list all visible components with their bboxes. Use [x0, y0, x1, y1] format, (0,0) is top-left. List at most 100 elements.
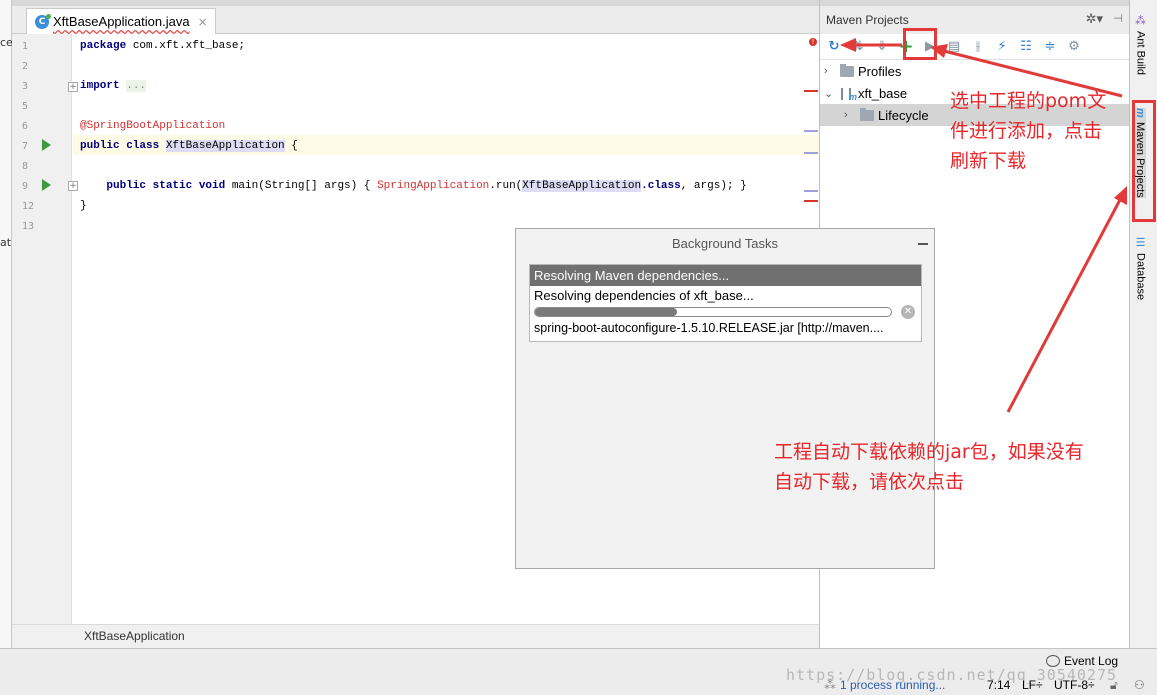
code-token: SpringApplication	[377, 180, 490, 192]
code-line[interactable]: package com.xft.xft_base;	[80, 40, 245, 52]
add-button-highlight-box	[903, 28, 937, 60]
toggle-offline-icon[interactable]: ⫲	[970, 39, 986, 55]
code-token: {	[284, 140, 298, 152]
tab-ant-build[interactable]: ⁂ Ant Build	[1134, 14, 1147, 75]
database-icon: ☰	[1134, 236, 1146, 249]
lock-icon[interactable]: 🔓︎	[1110, 678, 1118, 693]
code-line[interactable]: public class XftBaseApplication {	[80, 140, 298, 152]
tab-database-label: Database	[1134, 253, 1147, 301]
background-tasks-title: Background Tasks	[672, 235, 778, 251]
info-stripe[interactable]	[804, 130, 818, 132]
download-icon[interactable]: ⇓	[874, 39, 890, 55]
line-separator[interactable]: LF÷	[1022, 678, 1043, 692]
fold-main-icon[interactable]: +	[68, 181, 78, 191]
run-class-icon[interactable]	[42, 139, 51, 151]
process-spinner-icon: ⁂	[824, 678, 836, 692]
error-indicator-icon[interactable]: !	[809, 38, 817, 46]
code-token: , args); }	[680, 180, 747, 192]
code-token: public static void	[106, 180, 226, 192]
gear-icon[interactable]: ✲▾	[1086, 11, 1103, 27]
breadcrumb-class[interactable]: XftBaseApplication	[84, 629, 185, 643]
maven-toolbar: ↻ ⇅ ⇓ + ▶ ▤ ⫲ ⚡ ☷ ≑ ⚙	[820, 34, 1129, 60]
annotation-note-add-line1: 选中工程的pom文	[950, 90, 1107, 112]
code-line[interactable]: @SpringBootApplication	[80, 120, 225, 132]
java-class-icon: C	[35, 13, 51, 29]
fold-import-icon[interactable]: +	[68, 82, 78, 92]
error-stripe[interactable]	[804, 200, 818, 202]
annotation-note-add-line2: 件进行添加，点击	[950, 120, 1103, 142]
line-number: 1	[22, 41, 29, 52]
event-log-label: Event Log	[1064, 654, 1119, 668]
editor-tab-label: XftBaseApplication.java	[53, 14, 190, 29]
collapse-all-icon[interactable]: ≑	[1042, 39, 1058, 55]
inspector-icon[interactable]: ⚇	[1134, 678, 1145, 692]
minimize-icon[interactable]	[918, 243, 928, 245]
line-number: 5	[22, 101, 29, 112]
annotation-note-download-line1: 工程自动下载依赖的jar包，如果没有	[774, 441, 1084, 463]
background-tasks-popup: Background Tasks Resolving Maven depende…	[515, 228, 935, 569]
event-log-button[interactable]: Event Log	[1046, 654, 1118, 668]
annotation-note-add-line3: 刷新下载	[950, 150, 1027, 172]
task-description: Resolving dependencies of xft_base...	[534, 288, 754, 303]
maven-panel-header: Maven Projects ✲▾ ⊣	[820, 0, 1129, 34]
code-token: import	[80, 80, 120, 92]
process-label: 1 process running...	[840, 678, 946, 692]
editor-tab[interactable]: C XftBaseApplication.java ×	[26, 8, 216, 34]
line-number: 6	[22, 121, 29, 132]
settings-icon[interactable]: ⚙	[1066, 39, 1082, 55]
ant-icon: ⁂	[1134, 14, 1146, 27]
right-tool-window-bar: ⁂ Ant Build m Maven Projects ☰ Database	[1129, 0, 1157, 648]
cancel-icon[interactable]: ✕	[901, 305, 915, 319]
editor-tab-bar: C XftBaseApplication.java ×	[12, 0, 819, 34]
tab-ant-build-label: Ant Build	[1134, 31, 1147, 76]
process-indicator[interactable]: ⁂ 1 process running...	[824, 678, 945, 692]
chevron-right-icon[interactable]: ›	[824, 65, 834, 77]
info-stripe[interactable]	[804, 190, 818, 192]
tree-label-profiles: Profiles	[858, 63, 902, 79]
folder-icon	[840, 63, 854, 77]
skip-tests-icon[interactable]: ⚡	[994, 39, 1010, 55]
hide-panel-icon[interactable]: ⊣	[1113, 12, 1123, 25]
lifecycle-folder-icon	[860, 107, 874, 121]
code-token: @SpringBootApplication	[80, 120, 226, 132]
code-token: }	[80, 200, 87, 212]
close-icon[interactable]: ×	[198, 15, 208, 29]
code-token: .run(	[489, 180, 523, 192]
task-progress-bar	[534, 307, 892, 317]
annotation-note-add: 选中工程的pom文 件进行添加，点击 刷新下载	[950, 86, 1106, 176]
show-dependencies-icon[interactable]: ☷	[1018, 39, 1034, 55]
code-token: XftBaseApplication	[522, 180, 642, 192]
code-line[interactable]: import ...	[80, 80, 147, 92]
refresh-icon[interactable]: ↻	[826, 39, 842, 55]
error-stripe[interactable]	[804, 90, 818, 92]
task-current-file: spring-boot-autoconfigure-1.5.10.RELEASE…	[534, 321, 884, 335]
generate-icon[interactable]: ⇅	[850, 39, 866, 55]
tree-label-project: xft_base	[858, 85, 908, 101]
caret-position[interactable]: 7:14	[987, 678, 1010, 692]
code-line[interactable]: public static void main(String[] args) {…	[80, 180, 747, 192]
code-line[interactable]: }	[80, 200, 87, 212]
tree-item-profiles[interactable]: › Profiles	[820, 60, 1130, 82]
annotation-note-download-line2: 自动下载，请依次点击	[774, 471, 965, 493]
maven-tab-highlight-box	[1132, 100, 1156, 222]
maven-panel-title: Maven Projects	[826, 13, 909, 27]
file-encoding[interactable]: UTF-8÷	[1054, 678, 1095, 692]
execute-goal-icon[interactable]: ▤	[946, 39, 962, 55]
chevron-right-icon[interactable]: ›	[844, 109, 854, 121]
line-number: 12	[22, 201, 35, 212]
info-stripe[interactable]	[804, 152, 818, 154]
left-strip-text-top: ce	[0, 36, 13, 49]
tab-database[interactable]: ☰ Database	[1134, 236, 1147, 300]
annotation-note-download: 工程自动下载依赖的jar包，如果没有 自动下载，请依次点击	[774, 437, 1084, 497]
code-token: XftBaseApplication	[165, 140, 285, 152]
code-token: package	[80, 40, 127, 52]
code-token: ...	[126, 80, 147, 92]
task-card: Resolving Maven dependencies... Resolvin…	[529, 264, 922, 342]
left-tool-strip: ce ati	[0, 0, 14, 648]
run-main-icon[interactable]	[42, 179, 51, 191]
task-progress-fill	[535, 308, 678, 316]
line-number: 9	[22, 181, 29, 192]
chevron-down-icon[interactable]: ⌄	[824, 87, 834, 100]
